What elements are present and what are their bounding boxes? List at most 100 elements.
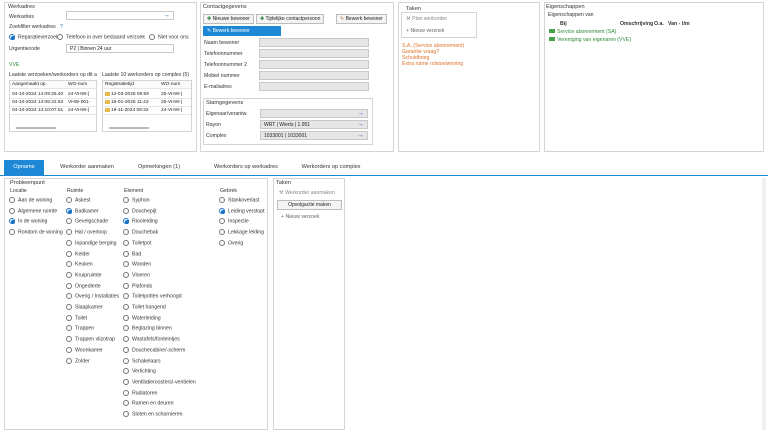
element-option[interactable]: Douchepijt bbox=[123, 207, 157, 215]
table-row[interactable]: 04-10-2024 14:10:07.51 24-VHW-( bbox=[10, 107, 96, 115]
element-option[interactable]: Wastafels/fonteintjes bbox=[123, 336, 180, 343]
table-row[interactable]: 12-03-2025 09:59 25-VHW-( bbox=[103, 91, 191, 99]
locatie-option[interactable]: Aan de woning bbox=[9, 197, 52, 204]
ruimte-option[interactable]: Kelder bbox=[66, 250, 90, 258]
radio-button[interactable] bbox=[66, 357, 72, 364]
element-option[interactable]: Syphon bbox=[123, 197, 150, 204]
element-option[interactable]: Ramen en deuren bbox=[123, 400, 174, 407]
radio-button[interactable] bbox=[123, 282, 129, 289]
radio-button[interactable] bbox=[66, 261, 72, 268]
plan-werkorder-button[interactable]: ⚒ Plan werkorder bbox=[406, 16, 447, 22]
radio-button[interactable] bbox=[123, 218, 129, 225]
radio-button[interactable] bbox=[66, 250, 72, 257]
radio-button[interactable] bbox=[123, 368, 129, 375]
gebrek-option[interactable]: Inspectie bbox=[219, 218, 249, 225]
bewerk-bewoner-button[interactable]: ✎ Bewerk bewoner bbox=[336, 14, 387, 24]
gebrek-option[interactable]: Lekkage leiding bbox=[219, 229, 264, 236]
gebrek-option[interactable]: Leiding verstopt bbox=[219, 207, 265, 215]
radio-button[interactable] bbox=[66, 207, 72, 214]
radio-button[interactable] bbox=[219, 229, 225, 236]
ruimte-option[interactable]: Trappen bbox=[66, 325, 94, 332]
element-option[interactable]: Toiletpot bbox=[123, 239, 151, 247]
tab-werkorder-aanmaken[interactable]: Werkorder aanmaken bbox=[52, 160, 122, 175]
radio-button[interactable] bbox=[123, 389, 129, 396]
table-row[interactable]: 04-10-2024 14:06:22.62 VHW-001- bbox=[10, 99, 96, 107]
locatie-option[interactable]: Algemene ruimte bbox=[9, 207, 57, 215]
element-option[interactable]: Vloeren bbox=[123, 271, 150, 279]
tab-opname[interactable]: Opname bbox=[4, 160, 44, 175]
complex-field[interactable]: 1033001 | 1033001 → bbox=[260, 131, 368, 140]
nieuw-verzoek-button[interactable]: + Nieuw verzoek bbox=[406, 28, 445, 34]
element-option[interactable]: Schakelaars bbox=[123, 357, 161, 365]
urgentie-select[interactable]: P2 | Binnen 24 uur bbox=[66, 44, 174, 53]
radio-button[interactable] bbox=[9, 207, 15, 214]
ruimte-option[interactable]: Keuken bbox=[66, 261, 93, 268]
element-option[interactable]: Wanden bbox=[123, 261, 151, 268]
locatie-option[interactable]: Rondom de woning bbox=[9, 229, 63, 236]
tab-werkorders-werkadres[interactable]: Werkorders op werkadres bbox=[200, 160, 292, 175]
radio-button[interactable] bbox=[123, 346, 129, 353]
element-option[interactable]: Waterleiding bbox=[123, 314, 161, 322]
element-option[interactable]: Bad bbox=[123, 250, 141, 258]
tijdelijke-contactpersoon-button[interactable]: ✚ Tijdelijke contactpersoon bbox=[256, 14, 325, 24]
radio-button[interactable] bbox=[66, 325, 72, 332]
ruimte-option[interactable]: Gevelgschade bbox=[66, 218, 108, 225]
element-option[interactable]: Riooleiding bbox=[123, 218, 158, 225]
rayon-field[interactable]: WRT | Wierts | 1.951 → bbox=[260, 120, 368, 129]
ruimte-option[interactable]: Toilet bbox=[66, 314, 87, 322]
radio-button[interactable] bbox=[66, 239, 72, 246]
radio-button[interactable] bbox=[219, 207, 225, 214]
table-row[interactable]: 04-10-2024 14:09:26.40 24-VHW-( bbox=[10, 91, 96, 99]
radio-button[interactable] bbox=[9, 229, 15, 236]
verzoeken-grid[interactable]: Aangemaakt op WO-num 04-10-2024 14:09:26.… bbox=[9, 80, 97, 132]
arrow-right-icon[interactable]: → bbox=[357, 110, 364, 118]
werkorders-grid[interactable]: Registratietijd WO-num 12-03-2025 09:59 25… bbox=[102, 80, 192, 132]
element-option[interactable]: Sloten en scharnieren bbox=[123, 411, 182, 418]
radio-button[interactable] bbox=[123, 261, 129, 268]
element-option[interactable]: Beglazing binnen bbox=[123, 325, 172, 332]
radio-button[interactable] bbox=[123, 336, 129, 343]
radio-button[interactable] bbox=[66, 304, 72, 310]
help-icon[interactable]: ? bbox=[60, 24, 63, 30]
radio-button[interactable] bbox=[66, 271, 72, 278]
eigenschap-row[interactable]: Vereniging van eigenaren (VVE) bbox=[549, 37, 631, 43]
tab-opmerkingen[interactable]: Opmerkingen (1) bbox=[128, 160, 190, 175]
ruimte-option[interactable]: Woonkamer bbox=[66, 346, 103, 354]
eigenschap-row[interactable]: Service abonnement (SA) bbox=[549, 29, 616, 35]
radio-button[interactable] bbox=[123, 239, 129, 246]
table-row[interactable]: 19-11-2024 09:32 24-VHW-( bbox=[103, 107, 191, 115]
radio-button[interactable] bbox=[66, 293, 72, 300]
scrollbar[interactable] bbox=[109, 127, 149, 129]
eigenaar-field[interactable]: → bbox=[260, 109, 368, 118]
filter-reparatieverzoek[interactable]: Reparatieverzoek bbox=[9, 34, 59, 41]
ruimte-option[interactable]: Ongedierte bbox=[66, 282, 101, 290]
gebrek-option[interactable]: Stankoverlast bbox=[219, 197, 259, 204]
radio-button[interactable] bbox=[123, 378, 129, 385]
ruimte-option[interactable]: Askest bbox=[66, 197, 91, 204]
radio-button[interactable] bbox=[123, 325, 129, 332]
radio-button[interactable] bbox=[123, 197, 129, 203]
element-option[interactable]: Ventilatieroosters/-ventielen bbox=[123, 378, 196, 386]
radio-button[interactable] bbox=[123, 293, 129, 300]
radio-button[interactable] bbox=[123, 411, 129, 417]
radio-button[interactable] bbox=[9, 218, 15, 225]
werkadres-input[interactable]: → bbox=[66, 11, 174, 20]
table-row[interactable]: 16-01-2025 11:43 25-VHW-( bbox=[103, 99, 191, 107]
radio-button[interactable] bbox=[66, 282, 72, 289]
radio-button[interactable] bbox=[219, 197, 225, 203]
vertical-scrollbar[interactable] bbox=[762, 178, 766, 430]
arrow-right-icon[interactable]: → bbox=[357, 132, 364, 140]
werkorder-aanmaken-button[interactable]: ⚒ Werkorder aanmaken bbox=[279, 190, 335, 196]
ruimte-option[interactable]: Kruipruimte bbox=[66, 271, 102, 279]
element-option[interactable]: Toilet hangend bbox=[123, 304, 166, 311]
radio-button[interactable] bbox=[123, 271, 129, 278]
ruimte-option[interactable]: Badkamer bbox=[66, 207, 99, 215]
ruimte-option[interactable]: Inpandige berging bbox=[66, 239, 117, 247]
radio-button[interactable] bbox=[9, 197, 15, 203]
scrollbar[interactable] bbox=[16, 127, 56, 129]
arrow-right-icon[interactable]: → bbox=[357, 121, 364, 129]
radio-button[interactable] bbox=[123, 357, 129, 364]
element-option[interactable]: Douchebak bbox=[123, 229, 158, 236]
radio-button[interactable] bbox=[66, 314, 72, 321]
nieuwe-bewoner-button[interactable]: ✚ Nieuwe bewoner bbox=[203, 14, 254, 24]
